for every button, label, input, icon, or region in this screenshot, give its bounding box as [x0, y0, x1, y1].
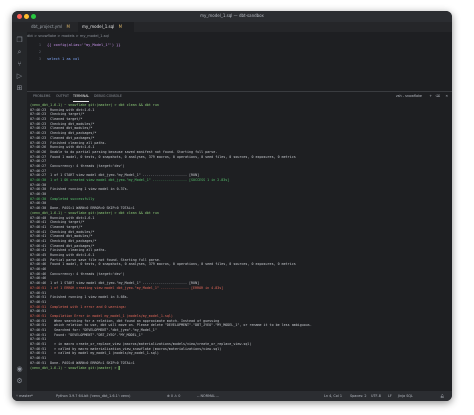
code-editor[interactable]: 1 {{ config(alias='"my_Model_1"') }} 2 3 s… — [27, 41, 452, 91]
panel-tab-bar: PROBLEMS OUTPUT TERMINAL DEBUG CONSOLE z… — [27, 91, 452, 102]
tab-problems[interactable]: PROBLEMS — [33, 92, 50, 101]
code-text: {{ config(alias='"my_Model_1"') }} — [47, 43, 121, 47]
code-line: 1 {{ config(alias='"my_Model_1"') }} — [27, 42, 121, 49]
tab-label: dbt_project.yml — [31, 24, 63, 29]
status-vim-mode: -- NORMAL -- — [197, 394, 219, 398]
activity-bar: ❐ ⌕ ⑂ ▷ ⊞ ◉ ⚙ — [12, 32, 27, 391]
tab-debug-console[interactable]: DEBUG CONSOLE — [94, 92, 122, 101]
status-problems[interactable]: ⊗ 0 ⚠ 0 — [167, 391, 180, 401]
extensions-icon[interactable]: ⊞ — [16, 85, 23, 92]
status-python[interactable]: Python 3.9.7 64-bit ('venv_dbt_1.6.1': v… — [56, 391, 130, 401]
trash-icon[interactable]: ⌫ — [435, 92, 440, 101]
tab-label: my_model_1.sql — [82, 24, 115, 29]
window-title: my_model_1.sql — dbt-sandbox — [200, 13, 264, 18]
search-icon[interactable]: ⌕ — [16, 49, 23, 56]
app-window: my_model_1.sql — dbt-sandbox dbt_project… — [12, 11, 452, 401]
line-number: 1 — [38, 43, 41, 47]
code-line: 3 select 1 as col — [27, 56, 80, 63]
status-eol[interactable]: LF — [388, 391, 392, 401]
status-bar: ⑂ master* Python 3.9.7 64-bit ('venv_dbt… — [12, 391, 452, 401]
source-control-icon[interactable]: ⑂ — [16, 61, 23, 68]
terminal-line: (venv_dbt_1.6.1) ~ snowflake git:(master… — [30, 365, 121, 370]
terminal-selector[interactable]: zsh - snowflake — [396, 92, 422, 101]
status-position[interactable]: Ln 4, Col 1 — [324, 391, 342, 401]
account-icon[interactable]: ◉ — [16, 366, 23, 373]
tab-terminal[interactable]: TERMINAL — [73, 92, 90, 102]
title-bar: my_model_1.sql — dbt-sandbox — [12, 11, 452, 22]
files-icon[interactable]: ❐ — [16, 37, 23, 44]
status-branch-label: master* — [19, 394, 33, 398]
bell-icon[interactable]: 🔔︎ — [440, 391, 444, 401]
run-debug-icon[interactable]: ▷ — [16, 73, 23, 80]
line-number: 3 — [38, 57, 41, 61]
editor-tab-bar: dbt_project.yml M my_model_1.sql M — [12, 22, 452, 32]
breadcrumb[interactable]: dbt > snowflake > models > my_model_1.sq… — [27, 32, 109, 41]
status-indent[interactable]: Spaces: 2 — [350, 391, 366, 401]
close-panel-icon[interactable]: ✕ — [445, 92, 448, 101]
tab-dbt-project[interactable]: dbt_project.yml M — [27, 22, 81, 32]
tab-output[interactable]: OUTPUT — [56, 92, 69, 101]
add-terminal-icon[interactable]: + — [429, 92, 432, 101]
line-number: 2 — [38, 50, 41, 54]
tab-my-model[interactable]: my_model_1.sql M — [78, 22, 134, 32]
terminal-output[interactable]: (venv_dbt_1.6.1) ~ snowflake git:(master… — [30, 103, 450, 390]
status-language[interactable]: Jinja SQL — [398, 391, 413, 401]
modified-marker: M — [66, 24, 70, 29]
code-line: 2 — [27, 49, 47, 56]
status-encoding[interactable]: UTF-8 — [371, 391, 381, 401]
gear-icon[interactable]: ⚙ — [16, 378, 23, 385]
code-text: select 1 as col — [47, 57, 80, 61]
modified-marker: M — [118, 24, 123, 29]
status-branch[interactable]: ⑂ master* — [16, 391, 33, 401]
